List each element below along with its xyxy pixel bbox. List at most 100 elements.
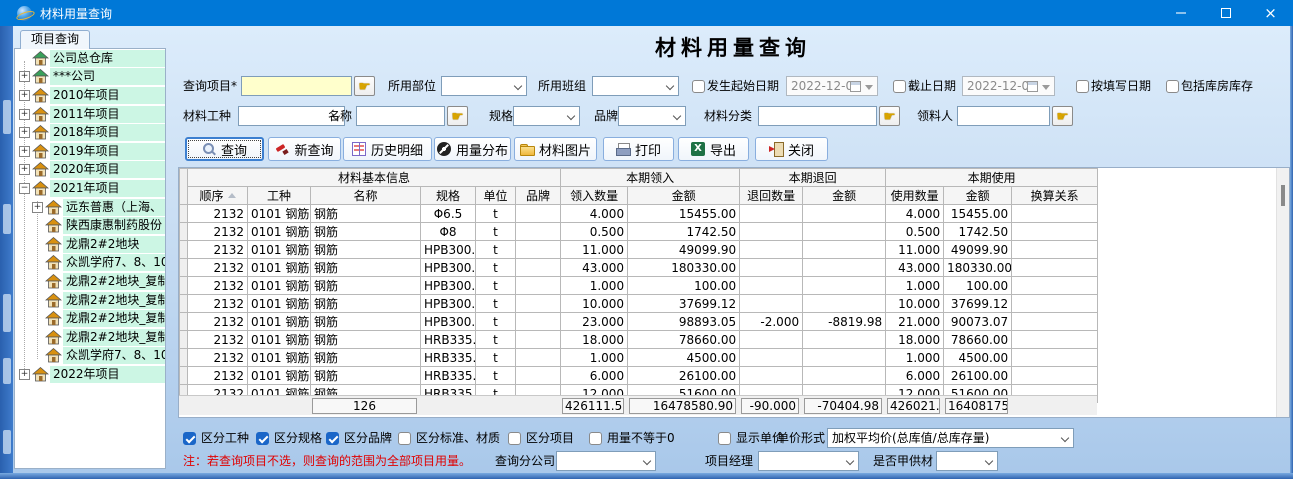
table-cell[interactable]: 4.000 <box>886 205 944 223</box>
column-header[interactable]: 领入数量 <box>561 187 628 205</box>
table-cell[interactable]: 37699.12 <box>628 295 740 313</box>
table-cell[interactable]: 0.500 <box>886 223 944 241</box>
close-form-button[interactable]: 关闭 <box>755 137 828 161</box>
table-cell[interactable]: 钢筋 <box>311 313 421 331</box>
vertical-scrollbar[interactable] <box>1276 168 1289 417</box>
table-cell[interactable] <box>1012 259 1098 277</box>
expand-icon[interactable]: + <box>19 146 30 157</box>
column-header[interactable]: 顺序 <box>188 187 248 205</box>
table-cell[interactable] <box>180 313 188 331</box>
table-cell[interactable]: 37699.12 <box>944 295 1012 313</box>
table-cell[interactable]: 1.000 <box>561 349 628 367</box>
table-cell[interactable]: t <box>476 205 516 223</box>
table-cell[interactable]: 49099.90 <box>628 241 740 259</box>
table-cell[interactable]: 10.000 <box>561 295 628 313</box>
tree-item-label[interactable]: 龙鼎2#2地块_复制 <box>63 292 165 309</box>
table-cell[interactable]: 26100.00 <box>944 367 1012 385</box>
tree-item[interactable]: +2022年项目 <box>15 365 165 384</box>
table-cell[interactable] <box>180 205 188 223</box>
table-cell[interactable]: 0101 钢筋 <box>248 367 311 385</box>
table-cell[interactable]: HRB335... <box>421 349 476 367</box>
table-cell[interactable] <box>516 313 561 331</box>
query-project-picker-button[interactable]: ☛ <box>354 76 375 96</box>
query-button[interactable]: 查询 <box>185 137 264 161</box>
tree-item-label[interactable]: ***公司 <box>50 68 165 85</box>
table-cell[interactable] <box>180 241 188 259</box>
table-cell[interactable] <box>1012 223 1098 241</box>
table-cell[interactable]: 钢筋 <box>311 205 421 223</box>
expand-icon[interactable]: + <box>19 369 30 380</box>
table-cell[interactable]: t <box>476 367 516 385</box>
table-cell[interactable]: 49099.90 <box>944 241 1012 259</box>
table-cell[interactable]: 78660.00 <box>628 331 740 349</box>
table-cell[interactable] <box>803 241 886 259</box>
print-button[interactable]: 打印 <box>603 137 674 161</box>
tree-item-label[interactable]: 众凯学府7、8、10 <box>63 254 165 271</box>
table-cell[interactable] <box>803 331 886 349</box>
table-cell[interactable]: 1.000 <box>561 277 628 295</box>
table-cell[interactable]: HPB300... <box>421 259 476 277</box>
end-date-field[interactable]: 2022-12-07 <box>962 76 1055 96</box>
tree-item-label[interactable]: 2021年项目 <box>50 180 165 197</box>
expand-icon[interactable]: + <box>19 90 30 101</box>
collapse-icon[interactable]: − <box>19 183 30 194</box>
table-cell[interactable]: HRB335... <box>421 367 476 385</box>
tree-item-label[interactable]: 公司总仓库 <box>50 50 165 67</box>
table-cell[interactable]: 1.000 <box>886 349 944 367</box>
footer-option-checkbox[interactable] <box>718 432 731 445</box>
table-cell[interactable] <box>740 367 803 385</box>
table-cell[interactable] <box>1012 295 1098 313</box>
table-cell[interactable] <box>1012 241 1098 259</box>
include-warehouse-checkbox[interactable] <box>1166 80 1179 93</box>
tree-item-label[interactable]: 远东普惠（上海、 <box>63 199 165 216</box>
table-cell[interactable]: 15455.00 <box>944 205 1012 223</box>
table-cell[interactable]: -2.000 <box>740 313 803 331</box>
used-team-select[interactable] <box>592 76 679 96</box>
end-date-checkbox[interactable] <box>893 80 906 93</box>
start-date-checkbox[interactable] <box>692 80 705 93</box>
material-class-picker-button[interactable]: ☛ <box>879 106 900 126</box>
table-cell[interactable]: 钢筋 <box>311 259 421 277</box>
tree-item-label[interactable]: 2020年项目 <box>50 161 165 178</box>
table-row[interactable]: 21320101 钢筋钢筋Φ6.5t4.00015455.004.0001545… <box>180 205 1098 223</box>
spec-select[interactable] <box>513 106 580 126</box>
footer-option-checkbox[interactable] <box>398 432 411 445</box>
expand-icon[interactable]: + <box>32 202 43 213</box>
table-cell[interactable]: 1742.50 <box>628 223 740 241</box>
tree-item-label[interactable]: 2019年项目 <box>50 143 165 160</box>
table-cell[interactable] <box>740 259 803 277</box>
footer-option-checkbox[interactable] <box>508 432 521 445</box>
table-cell[interactable]: 0101 钢筋 <box>248 295 311 313</box>
material-images-button[interactable]: 材料图片 <box>514 137 597 161</box>
usage-distribution-button[interactable]: 用量分布 <box>434 137 511 161</box>
table-cell[interactable]: 43.000 <box>561 259 628 277</box>
table-cell[interactable]: 2132 <box>188 205 248 223</box>
table-cell[interactable] <box>740 295 803 313</box>
column-header[interactable]: 金额 <box>944 187 1012 205</box>
table-cell[interactable] <box>740 241 803 259</box>
table-cell[interactable]: 0101 钢筋 <box>248 223 311 241</box>
tree-item[interactable]: + ***公司 <box>15 68 165 87</box>
export-button[interactable]: 导出 <box>678 137 749 161</box>
table-cell[interactable]: 18.000 <box>561 331 628 349</box>
table-cell[interactable]: 钢筋 <box>311 241 421 259</box>
table-cell[interactable]: 11.000 <box>561 241 628 259</box>
table-cell[interactable] <box>516 367 561 385</box>
tree-item[interactable]: +2018年项目 <box>15 123 165 142</box>
material-class-input[interactable] <box>758 106 877 126</box>
table-cell[interactable] <box>740 223 803 241</box>
table-cell[interactable] <box>180 223 188 241</box>
minimize-button[interactable] <box>1158 0 1203 26</box>
table-cell[interactable] <box>1012 313 1098 331</box>
table-cell[interactable] <box>803 367 886 385</box>
table-cell[interactable]: 2132 <box>188 223 248 241</box>
table-cell[interactable] <box>803 277 886 295</box>
close-button[interactable]: × <box>1248 0 1293 26</box>
picker-input[interactable] <box>957 106 1050 126</box>
table-cell[interactable] <box>1012 331 1098 349</box>
table-cell[interactable]: t <box>476 223 516 241</box>
tree-item[interactable]: 龙鼎2#2地块 <box>15 235 165 254</box>
expand-icon[interactable]: + <box>19 71 30 82</box>
table-cell[interactable] <box>740 277 803 295</box>
used-part-select[interactable] <box>441 76 527 96</box>
